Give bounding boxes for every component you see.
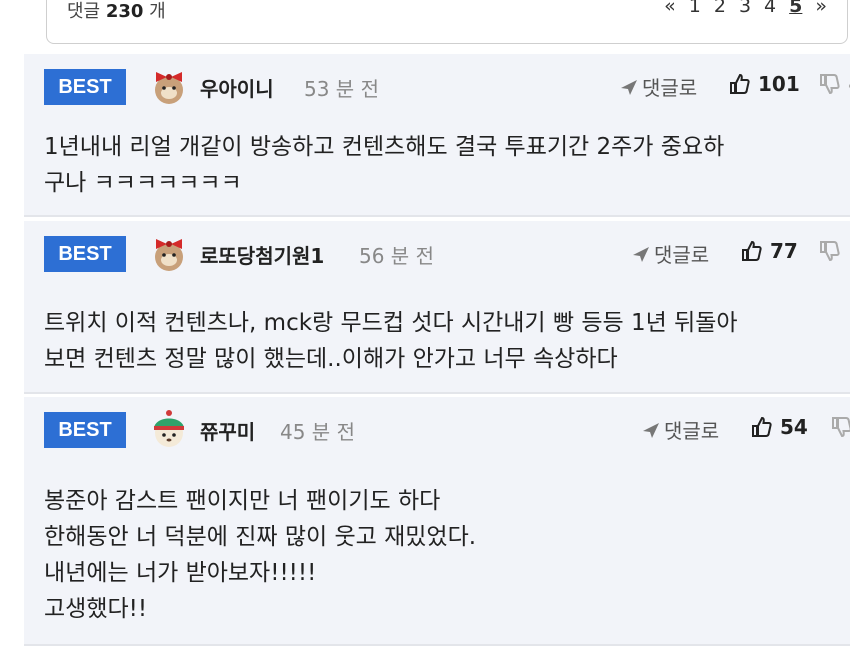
comment-header: BEST 쮸꾸미 45 분 전 댓글로 54 8 xyxy=(44,409,850,449)
pagination-bar: 댓글 230 개 « 1 2 3 4 5 » xyxy=(46,0,848,44)
dislike-button[interactable]: 8 xyxy=(830,415,850,439)
avatar[interactable] xyxy=(148,64,190,106)
reply-label: 댓글로 xyxy=(642,76,698,100)
page-2[interactable]: 2 xyxy=(714,0,726,17)
comment-line: 고생했다!! xyxy=(44,596,148,622)
thumbs-up-icon xyxy=(730,73,750,94)
reply-button[interactable]: 댓글로 xyxy=(632,239,709,268)
reply-button[interactable]: 댓글로 xyxy=(620,72,697,101)
pager: « 1 2 3 4 5 » xyxy=(664,0,827,17)
comment-count-label: 댓글 xyxy=(67,1,101,22)
reply-button[interactable]: 댓글로 xyxy=(642,415,719,444)
timestamp: 45 분 전 xyxy=(280,420,355,444)
next-page-button[interactable]: » xyxy=(815,0,827,17)
thumbs-up-icon xyxy=(752,416,772,437)
reply-label: 댓글로 xyxy=(664,419,720,443)
comment-count-unit: 개 xyxy=(149,1,166,22)
like-button[interactable]: 54 xyxy=(750,415,808,439)
page-4[interactable]: 4 xyxy=(764,0,776,17)
reply-label: 댓글로 xyxy=(654,243,710,267)
best-badge: BEST xyxy=(44,69,126,105)
timestamp: 53 분 전 xyxy=(304,77,379,101)
comment-line: 내년에는 너가 받아보자!!!!! xyxy=(44,560,317,586)
thumbs-down-icon xyxy=(832,417,850,438)
like-button[interactable]: 101 xyxy=(728,72,800,96)
nickname[interactable]: 쮸꾸미 xyxy=(200,416,255,445)
comment-line: 보면 컨텐츠 정말 많이 했는데..이해가 안가고 너무 속상하다 xyxy=(44,346,618,372)
avatar[interactable] xyxy=(148,407,190,449)
comment-count: 댓글 230 개 xyxy=(67,0,166,23)
comment-item: BEST 쮸꾸미 45 분 전 댓글로 54 8 봉준아 감스트 팬이지만 너 … xyxy=(24,397,850,646)
comment-text: 트위치 이적 컨텐츠나, mck랑 무드컵 섯다 시간내기 빵 등등 1년 뒤돌… xyxy=(44,305,738,377)
comment-line: 한해동안 너 덕분에 진짜 많이 웃고 재밌었다. xyxy=(44,524,477,550)
paper-plane-icon xyxy=(621,79,637,95)
comment-count-value: 230 xyxy=(105,1,144,22)
page-1[interactable]: 1 xyxy=(689,0,701,17)
like-count: 54 xyxy=(780,415,808,439)
comment-text: 봉준아 감스트 팬이지만 너 팬이기도 하다 한해동안 너 덕분에 진짜 많이 … xyxy=(44,483,476,627)
paper-plane-icon xyxy=(643,422,659,438)
nickname[interactable]: 우아이니 xyxy=(200,73,274,102)
like-count: 77 xyxy=(770,239,798,263)
paper-plane-icon xyxy=(633,246,649,262)
thumbs-down-icon xyxy=(820,241,840,262)
comment-item: BEST 로또당첨기원1 56 분 전 댓글로 77 17 트위치 이적 컨텐츠… xyxy=(24,221,850,394)
comment-line: 구나 ㅋㅋㅋㅋㅋㅋㅋ xyxy=(44,170,242,196)
comment-header: BEST 로또당첨기원1 56 분 전 댓글로 77 17 xyxy=(44,233,850,273)
page-5-current[interactable]: 5 xyxy=(789,0,802,17)
comment-item: BEST 우아이니 53 분 전 댓글로 101 48 1년내내 리얼 개같이 … xyxy=(24,54,850,217)
dislike-button[interactable]: 48 xyxy=(818,72,850,96)
dislike-button[interactable]: 17 xyxy=(818,239,850,263)
comment-line: 트위치 이적 컨텐츠나, mck랑 무드컵 섯다 시간내기 빵 등등 1년 뒤돌… xyxy=(44,310,738,336)
thumbs-up-icon xyxy=(742,240,762,261)
avatar[interactable] xyxy=(148,231,190,273)
prev-page-button[interactable]: « xyxy=(664,0,676,17)
comment-line: 봉준아 감스트 팬이지만 너 팬이기도 하다 xyxy=(44,488,441,514)
like-count: 101 xyxy=(758,72,800,96)
page-3[interactable]: 3 xyxy=(739,0,751,17)
thumbs-down-icon xyxy=(820,74,840,95)
comment-text: 1년내내 리얼 개같이 방송하고 컨텐츠해도 결국 투표기간 2주가 중요하 구… xyxy=(44,129,724,201)
best-badge: BEST xyxy=(44,412,126,448)
timestamp: 56 분 전 xyxy=(359,244,434,268)
comment-line: 1년내내 리얼 개같이 방송하고 컨텐츠해도 결국 투표기간 2주가 중요하 xyxy=(44,134,725,160)
like-button[interactable]: 77 xyxy=(740,239,798,263)
nickname[interactable]: 로또당첨기원1 xyxy=(200,240,324,269)
comment-header: BEST 우아이니 53 분 전 댓글로 101 48 xyxy=(44,66,850,106)
best-badge: BEST xyxy=(44,236,126,272)
